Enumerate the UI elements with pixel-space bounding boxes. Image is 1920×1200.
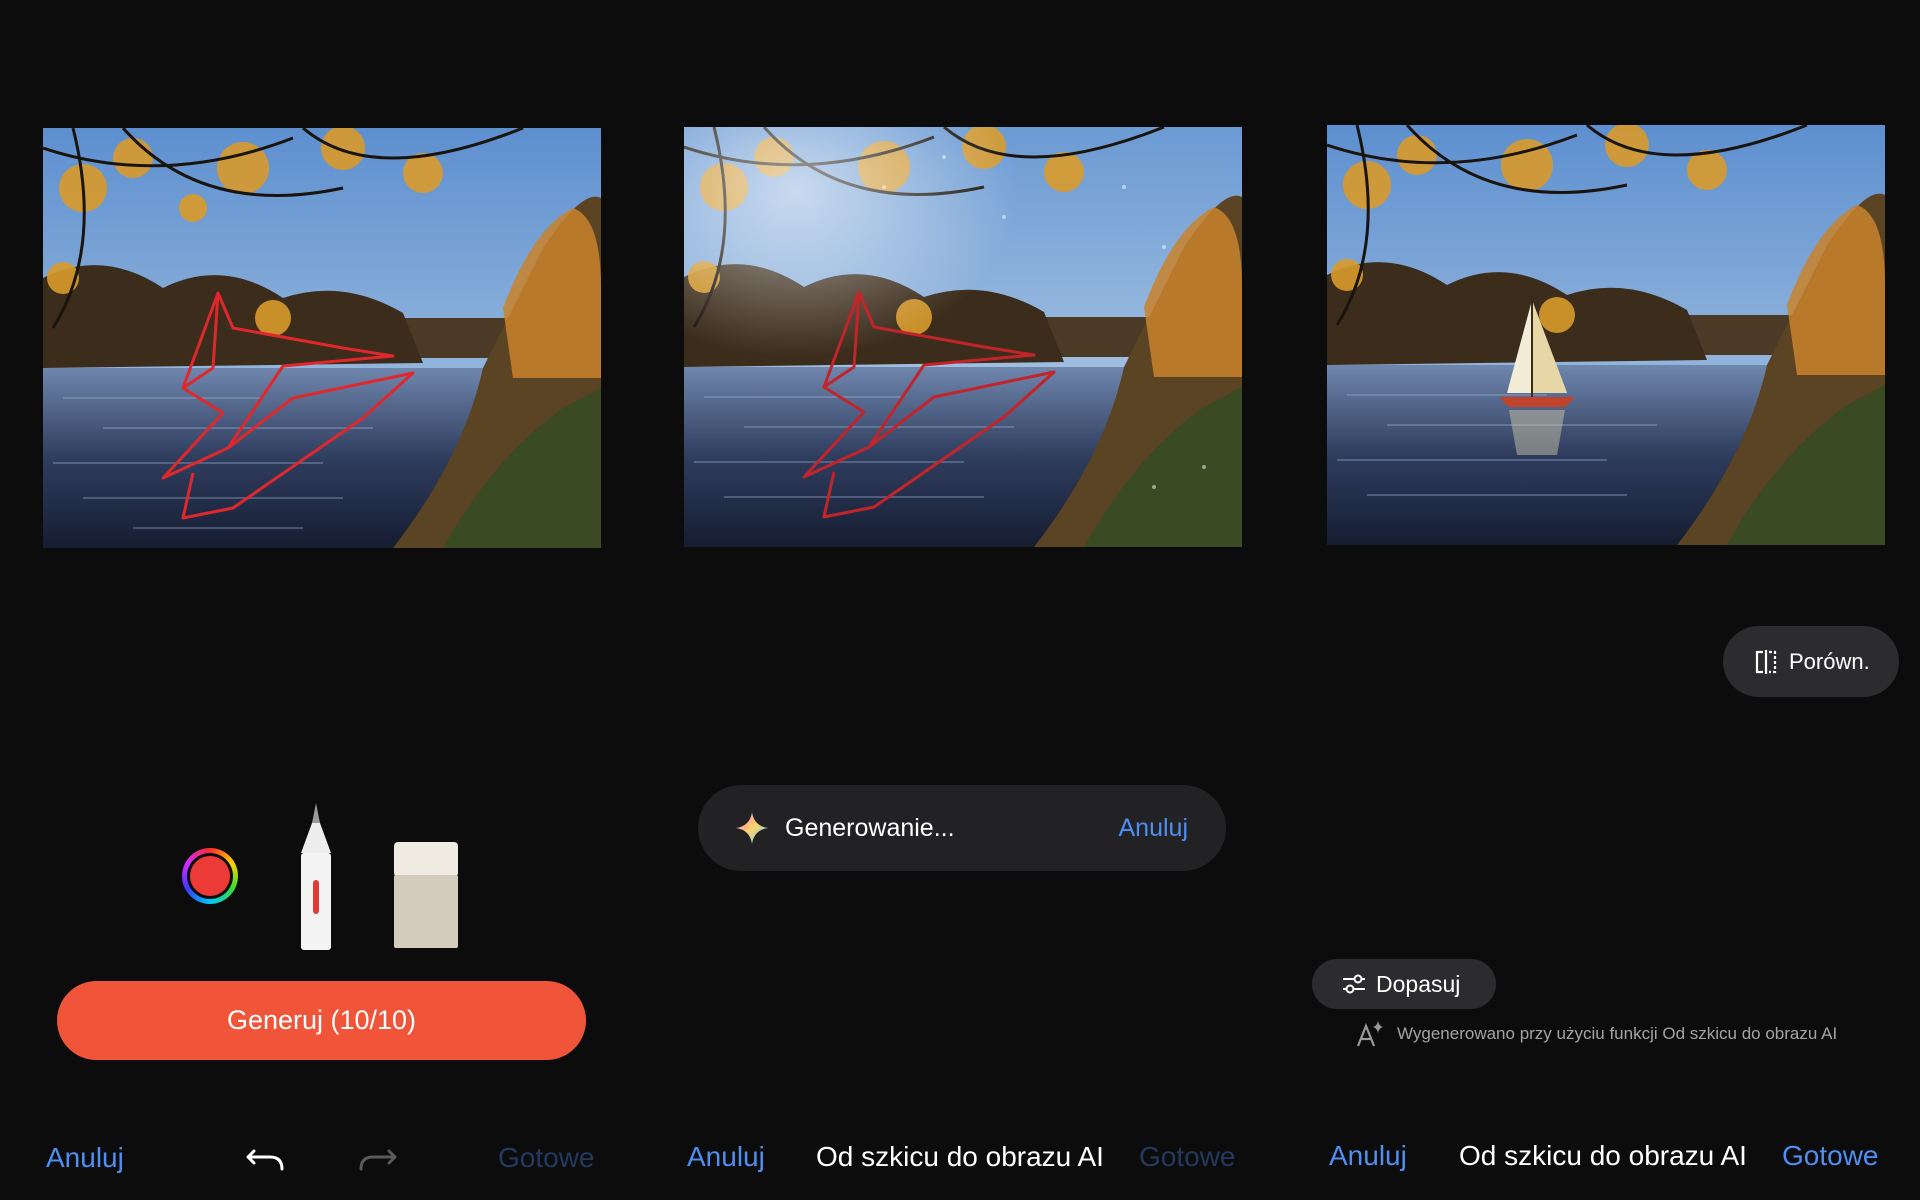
eraser-icon [394, 842, 458, 948]
pen-icon [301, 803, 331, 950]
generating-progress-pill: Generowanie... Anuluj [698, 785, 1226, 871]
generate-button[interactable]: Generuj (10/10) [57, 981, 586, 1060]
redo-button[interactable] [355, 1137, 399, 1181]
done-button[interactable]: Gotowe [498, 1141, 595, 1175]
cancel-button[interactable]: Anuluj [1329, 1139, 1407, 1173]
adjust-label: Dopasuj [1376, 970, 1461, 997]
color-picker-button[interactable] [182, 848, 238, 904]
done-button[interactable]: Gotowe [1782, 1139, 1879, 1173]
page-title: Od szkicu do obrazu AI [816, 1141, 1104, 1172]
photo-canvas-sketch[interactable] [43, 128, 601, 548]
sliders-icon [1343, 974, 1365, 994]
ai-note-text: Wygenerowano przy użyciu funkcji Od szki… [1397, 1024, 1838, 1043]
cancel-generation-button[interactable]: Anuluj [1119, 811, 1189, 845]
photo-result [1327, 125, 1885, 545]
compare-label: Porówn. [1789, 648, 1870, 674]
eraser-tool-button[interactable] [392, 840, 460, 950]
redo-icon [359, 1149, 397, 1171]
undo-icon [246, 1149, 284, 1171]
photo-canvas-generating [684, 127, 1242, 547]
cancel-button[interactable]: Anuluj [46, 1141, 124, 1175]
sparkle-icon [736, 812, 768, 844]
done-button[interactable]: Gotowe [1139, 1140, 1236, 1174]
pen-tool-button[interactable] [295, 803, 337, 950]
adjust-button[interactable]: Dopasuj [1312, 959, 1496, 1009]
generating-status: Generowanie... [785, 814, 955, 842]
cancel-button[interactable]: Anuluj [687, 1140, 765, 1174]
compare-icon [1755, 649, 1777, 674]
compare-button[interactable]: Porówn. [1723, 626, 1899, 697]
ai-generated-note: Wygenerowano przy użyciu funkcji Od szki… [1354, 1019, 1837, 1049]
undo-button[interactable] [244, 1137, 288, 1181]
ai-sparkle-icon [1356, 1021, 1383, 1047]
page-title: Od szkicu do obrazu AI [1459, 1140, 1747, 1171]
selected-color-swatch [190, 856, 230, 896]
